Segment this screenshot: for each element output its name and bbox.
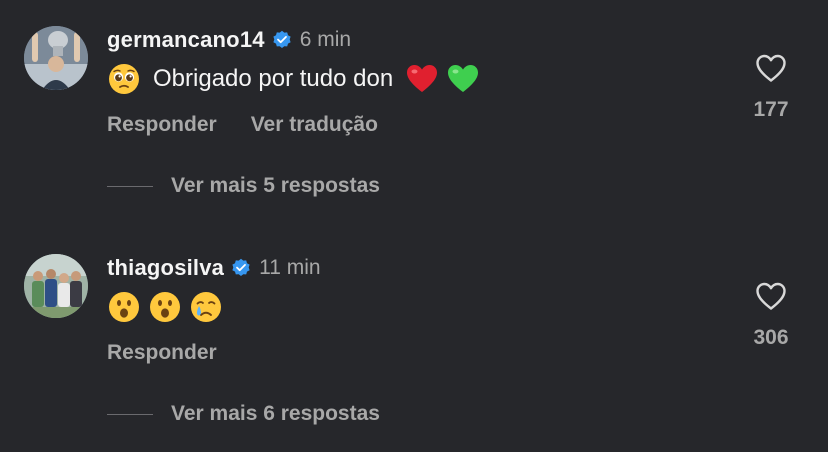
heart-outline-icon[interactable]: [754, 280, 788, 312]
pleading-face-emoji-icon: [109, 64, 139, 94]
see-translation-button[interactable]: Ver tradução: [251, 113, 378, 137]
username[interactable]: germancano14: [107, 27, 265, 53]
verified-badge-icon: [232, 258, 250, 276]
avatar[interactable]: [24, 254, 88, 318]
comment-text-row: Obrigado por tudo don: [107, 59, 480, 99]
reply-button[interactable]: Responder: [107, 341, 217, 365]
green-heart-emoji-icon: [448, 65, 479, 92]
avatar[interactable]: [24, 26, 88, 90]
reply-button[interactable]: Responder: [107, 113, 217, 137]
crying-face-emoji-icon: [191, 292, 221, 322]
like-section: 177: [721, 52, 821, 122]
comment-time: 11 min: [259, 256, 321, 279]
replies-divider: [107, 413, 153, 415]
like-count: 306: [753, 326, 789, 349]
avatar-photo-icon: [24, 26, 88, 90]
view-more-replies-button[interactable]: Ver mais 6 respostas: [171, 402, 380, 426]
face-with-open-mouth-emoji-icon: [150, 292, 180, 322]
comment-text-row: [107, 287, 223, 327]
like-count: 177: [753, 98, 789, 121]
like-section: 306: [721, 280, 821, 350]
heart-outline-icon[interactable]: [754, 52, 788, 84]
avatar-photo-icon: [24, 254, 88, 318]
red-heart-emoji-icon: [407, 65, 438, 92]
face-with-open-mouth-emoji-icon: [109, 292, 139, 322]
username[interactable]: thiagosilva: [107, 255, 224, 281]
replies-divider: [107, 185, 153, 187]
comment-text: Obrigado por tudo don: [153, 65, 394, 92]
comment-time: 6 min: [299, 28, 352, 51]
view-more-replies-button[interactable]: Ver mais 5 respostas: [171, 174, 380, 198]
verified-badge-icon: [273, 30, 291, 48]
